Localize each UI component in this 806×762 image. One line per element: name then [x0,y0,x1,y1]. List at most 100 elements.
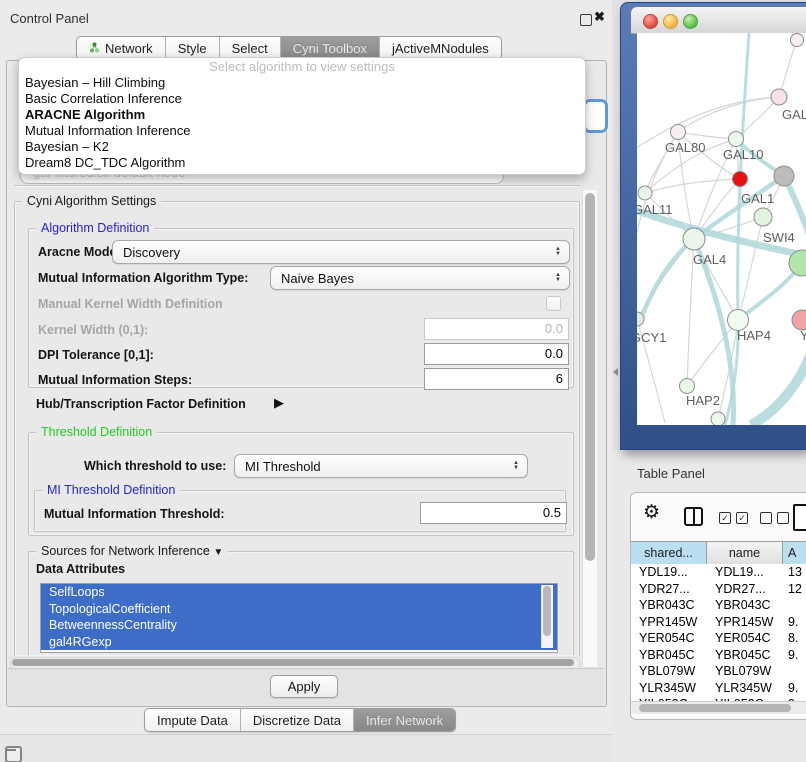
attribute-list-item[interactable]: SelfLoops [41,584,557,601]
which-threshold-combo[interactable]: MI Threshold ▲▼ [234,454,528,478]
which-threshold-label: Which threshold to use: [84,459,226,473]
mi-steps-field[interactable]: 6 [424,368,569,390]
tab-label: Cyni Toolbox [293,41,367,56]
attribute-list-item[interactable]: BetweennessCentrality [41,617,557,634]
network-node[interactable] [671,125,686,140]
network-node[interactable] [733,172,748,187]
network-node[interactable] [754,208,772,226]
network-view-window[interactable]: GALGAL80GAL10GAL1GAL11SWI4GAL4GCY1HAP4YH… [620,2,806,450]
aracne-mode-combo[interactable]: Discovery ▲▼ [112,240,570,264]
network-node[interactable] [711,412,725,425]
combo-arrows-icon: ▲▼ [550,273,569,283]
dpi-tolerance-label: DPI Tolerance [0,1]: [38,348,154,362]
manual-kernel-width-checkbox[interactable] [546,296,561,311]
table-row[interactable]: YER054CYER054C8. [631,630,806,647]
disclosure-triangle-icon[interactable]: ▶ [274,395,284,411]
bottom-tab-label: Impute Data [157,713,228,728]
close-traffic-light-icon[interactable] [643,14,658,29]
bottom-tab-discretize-data[interactable]: Discretize Data [241,709,354,731]
table-header-cell[interactable]: name [707,542,783,564]
network-node[interactable] [729,132,744,147]
network-node[interactable] [638,186,652,200]
algorithm-option[interactable]: Dream8 DC_TDC Algorithm [19,155,585,171]
split-columns-icon[interactable] [684,507,703,526]
settings-vertical-scrollbar[interactable] [582,190,597,667]
table-cell: YBR045C [631,647,707,664]
table-row[interactable]: YPR145WYPR145W9. [631,614,806,631]
tab-style[interactable]: Style [166,37,220,59]
attribute-list-item[interactable]: TopologicalCoefficient [41,601,557,618]
table-cell: YPR145W [707,614,783,631]
dpi-tolerance-field[interactable]: 0.0 [424,343,569,365]
algorithm-option[interactable]: Bayesian – Hill Climbing [19,75,585,91]
bottom-tab-impute-data[interactable]: Impute Data [145,709,241,731]
network-node-label: Y [800,328,806,343]
control-panel-title: Control Panel [10,11,89,26]
network-node-label: GAL10 [723,147,763,162]
focused-combo-fragment[interactable] [583,99,608,133]
network-node[interactable] [683,228,705,250]
deselect-all-checkboxes-icon[interactable] [760,512,789,524]
data-attributes-list[interactable]: SelfLoopsTopologicalCoefficientBetweenne… [40,583,558,653]
gear-icon[interactable]: ⚙ [643,501,660,524]
table-cell: 9. [783,680,806,697]
network-node[interactable] [774,166,794,186]
kernel-width-field[interactable]: 0.0 [424,318,569,340]
table-row[interactable]: YBR045CYBR045C9. [631,647,806,664]
mi-threshold-field[interactable]: 0.5 [420,502,567,524]
sources-title-text: Sources for Network Inference [41,544,210,558]
table-row[interactable]: YBL079WYBL079W [631,663,806,680]
bottom-tab-label: Discretize Data [253,713,341,728]
network-node[interactable] [791,34,804,47]
network-node[interactable] [680,379,695,394]
network-node-label: GAL4 [693,252,726,267]
minimized-panel-icon[interactable] [5,746,22,762]
combo-arrows-icon: ▲▼ [508,461,527,471]
collapse-triangle-icon[interactable]: ▼ [213,547,223,558]
apply-button[interactable]: Apply [270,675,338,698]
network-node[interactable] [771,89,787,105]
manual-kernel-width-label: Manual Kernel Width Definition [38,297,223,311]
tab-select[interactable]: Select [220,37,281,59]
bottom-tab-infer-network[interactable]: Infer Network [354,709,455,731]
float-window-icon[interactable] [580,14,592,26]
tab-cyni-toolbox[interactable]: Cyni Toolbox [281,37,380,59]
table-cell: YER054C [631,630,707,647]
zoom-traffic-light-icon[interactable] [683,14,698,29]
algorithm-option[interactable]: Basic Correlation Inference [19,91,585,107]
sources-group-title: Sources for Network Inference ▼ [36,544,228,558]
table-body: YDL19...YDL19...13YDR27...YDR27...12YBR0… [631,564,806,701]
table-horizontal-scrollbar[interactable] [631,701,806,714]
table-row[interactable]: YDL19...YDL19...13 [631,564,806,581]
table-cell: YDL19... [631,564,707,581]
document-icon[interactable] [793,504,806,531]
table-panel-title: Table Panel [637,466,705,481]
network-window-titlebar[interactable] [631,7,806,34]
close-icon[interactable]: ✖ [594,9,605,25]
tab-network[interactable]: Network [77,37,166,59]
attribute-list-item[interactable]: gal4RGexp [41,634,557,651]
network-node-label: GAL80 [665,140,705,155]
table-header-cell[interactable]: A [783,542,806,564]
table-row[interactable]: YLR345WYLR345W9. [631,680,806,697]
algorithm-dropdown-list: Bayesian – Hill ClimbingBasic Correlatio… [19,75,585,171]
minimize-traffic-light-icon[interactable] [663,14,678,29]
algorithm-option[interactable]: ARACNE Algorithm [19,107,585,123]
table-cell: YPR145W [631,614,707,631]
table-cell: 8. [783,630,806,647]
algorithm-option[interactable]: Bayesian – K2 [19,139,585,155]
table-row[interactable]: YDR27...YDR27...12 [631,581,806,598]
tab-jactivemnodules[interactable]: jActiveMNodules [380,37,501,59]
select-all-checkboxes-icon[interactable]: ✓✓ [719,512,748,524]
mi-algorithm-type-combo[interactable]: Naive Bayes ▲▼ [270,266,570,290]
algorithm-option[interactable]: Mutual Information Inference [19,123,585,139]
mi-threshold-definition-title: MI Threshold Definition [42,483,180,497]
attribute-list-scrollbar[interactable] [541,585,553,648]
table-header-cell[interactable]: shared... [631,542,707,564]
network-canvas[interactable]: GALGAL80GAL10GAL1GAL11SWI4GAL4GCY1HAP4YH… [637,33,806,425]
table-row[interactable]: YBR043CYBR043C [631,597,806,614]
table-cell [783,597,806,614]
network-node[interactable] [792,310,806,330]
algorithm-dropdown-placeholder: Select algorithm to view settings [19,58,585,75]
split-pane-collapse-icon[interactable] [613,368,618,376]
